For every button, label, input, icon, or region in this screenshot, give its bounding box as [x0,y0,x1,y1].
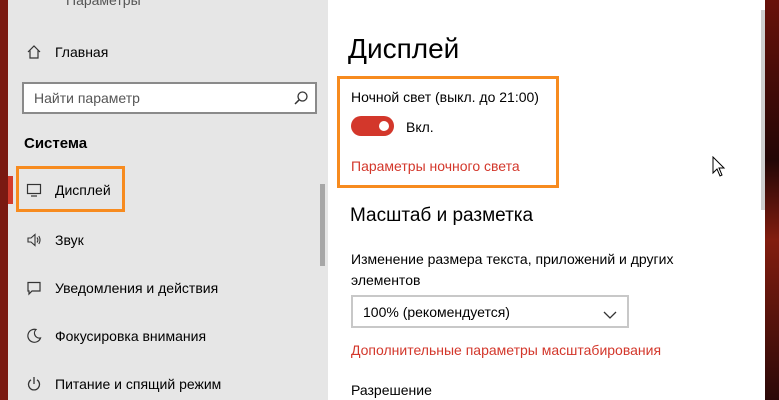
window-right-edge [765,0,779,400]
sidebar-item-label: Питание и спящий режим [55,376,222,392]
sidebar-top-partial-text: Параметры [66,0,141,8]
section-title: Система [24,135,88,152]
scale-dropdown[interactable]: 100% (рекомендуется) [351,295,629,328]
sidebar-item-sound[interactable]: Звук [8,220,328,260]
display-highlight-box [16,166,125,212]
window-left-edge [0,0,8,400]
power-icon [26,376,42,392]
sidebar-item-label: Уведомления и действия [55,280,219,296]
sidebar-item-power[interactable]: Питание и спящий режим [8,364,328,400]
sidebar-item-home[interactable]: Главная [8,32,328,72]
search-icon[interactable] [293,90,309,106]
night-light-label: Ночной свет (выкл. до 21:00) [351,89,539,105]
main-panel: Дисплей Ночной свет (выкл. до 21:00) Вкл… [328,0,779,400]
night-light-toggle[interactable] [351,116,394,136]
home-icon [26,44,42,60]
search-box[interactable] [22,82,317,114]
night-light-settings-link[interactable]: Параметры ночного света [351,158,520,174]
sidebar-item-focus-assist[interactable]: Фокусировка внимания [8,316,328,356]
scale-section-title: Масштаб и разметка [350,205,534,226]
sidebar-scrollbar[interactable] [320,184,325,266]
resolution-label: Разрешение [351,382,432,398]
scale-dropdown-value: 100% (рекомендуется) [363,304,510,320]
search-input[interactable] [24,84,284,112]
sidebar-item-notifications[interactable]: Уведомления и действия [8,268,328,308]
sidebar: Параметры Главная Система Дисплей Звук У… [8,0,328,400]
advanced-scaling-link[interactable]: Дополнительные параметры масштабирования [351,342,661,358]
moon-icon [26,328,42,344]
notification-icon [26,280,42,296]
sidebar-item-label: Фокусировка внимания [55,328,207,344]
page-title: Дисплей [348,33,460,64]
chevron-down-icon [603,307,617,319]
sidebar-item-label: Главная [55,44,109,60]
scale-description: Изменение размера текста, приложений и д… [351,251,674,288]
toggle-state-label: Вкл. [406,119,434,135]
speaker-icon [26,232,42,248]
sidebar-item-label: Звук [55,232,84,248]
mouse-cursor-icon [712,155,726,178]
toggle-knob [379,121,389,131]
